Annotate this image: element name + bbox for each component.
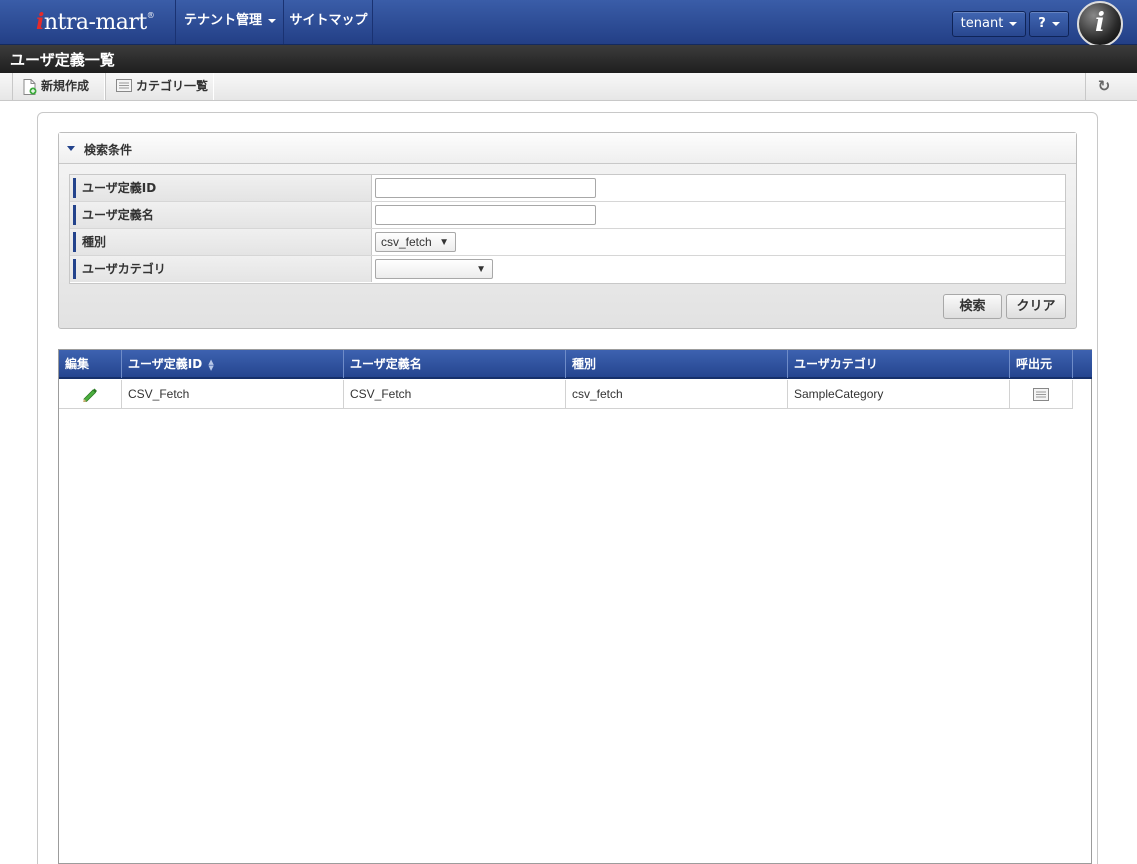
cell-user-def-name: CSV_Fetch [344,380,566,408]
search-form: ユーザ定義ID ユーザ定義名 種別 csv_fetch ▼ ユーザカテゴリ ▼ [69,174,1066,284]
table-row: CSV_Fetch CSV_Fetch csv_fetch SampleCate… [59,380,1073,409]
caret-down-icon [268,18,276,23]
page-title: ユーザ定義一覧 [10,51,115,69]
form-row-user-def-name: ユーザ定義名 [70,202,1065,229]
top-header: intra-mart® テナント管理 サイトマップ tenant ? i [0,0,1137,47]
info-icon[interactable]: i [1077,1,1123,47]
field-label: 種別 [70,229,372,255]
clear-button[interactable]: クリア [1006,294,1066,319]
tenant-menu-button[interactable]: tenant [952,11,1026,37]
col-header-user-def-name[interactable]: ユーザ定義名 [344,350,566,378]
user-category-select[interactable]: ▼ [375,259,493,279]
user-def-name-input[interactable] [375,205,596,225]
col-header-type[interactable]: 種別 [566,350,788,378]
new-create-button[interactable]: 新規作成 [12,73,105,100]
search-panel-header[interactable]: 検索条件 [59,133,1076,164]
form-row-user-def-id: ユーザ定義ID [70,175,1065,202]
grid-header: 編集 ユーザ定義ID ▲ ▼ ユーザ定義名 種別 ユーザカテゴリ 呼出元 [59,350,1092,379]
field-label: ユーザカテゴリ [70,256,372,282]
col-header-edit[interactable]: 編集 [59,350,122,378]
col-header-user-category[interactable]: ユーザカテゴリ [788,350,1010,378]
dropdown-arrow-icon: ▼ [439,237,449,248]
intra-mart-logo[interactable]: intra-mart® [0,0,176,44]
refresh-icon[interactable]: ↻ [1085,73,1122,100]
caret-down-icon [1051,21,1060,26]
cell-user-category: SampleCategory [788,380,1010,408]
search-button[interactable]: 検索 [943,294,1002,319]
nav-sitemap[interactable]: サイトマップ [285,0,373,44]
col-header-caller[interactable]: 呼出元 [1010,350,1073,378]
new-document-icon [23,79,37,95]
help-menu-button[interactable]: ? [1029,11,1069,37]
type-select[interactable]: csv_fetch ▼ [375,232,456,252]
field-label: ユーザ定義ID [70,175,372,201]
search-panel: 検索条件 ユーザ定義ID ユーザ定義名 種別 csv_fetch ▼ ユーザカテゴ… [58,132,1077,329]
search-panel-title: 検索条件 [84,143,133,157]
caret-down-icon [1009,21,1018,26]
category-list-button[interactable]: カテゴリ一覧 [105,73,214,100]
sort-icon: ▲ ▼ [208,357,214,372]
title-bar: ユーザ定義一覧 [0,45,1137,73]
list-icon [116,79,132,92]
pencil-icon[interactable] [82,387,98,402]
results-grid: 編集 ユーザ定義ID ▲ ▼ ユーザ定義名 種別 ユーザカテゴリ 呼出元 CSV_… [58,349,1092,864]
dropdown-arrow-icon: ▼ [476,264,486,275]
edit-cell [59,380,122,408]
form-row-user-category: ユーザカテゴリ ▼ [70,256,1065,283]
cell-type: csv_fetch [566,380,788,408]
field-label: ユーザ定義名 [70,202,372,228]
caller-cell [1010,380,1073,408]
cell-user-def-id: CSV_Fetch [122,380,344,408]
user-def-id-input[interactable] [375,178,596,198]
list-icon[interactable] [1033,388,1049,401]
col-header-user-def-id[interactable]: ユーザ定義ID ▲ ▼ [122,350,344,378]
nav-tenant-admin[interactable]: テナント管理 [177,0,284,44]
collapse-triangle-icon [67,146,75,151]
form-row-type: 種別 csv_fetch ▼ [70,229,1065,256]
toolbar: 新規作成 カテゴリ一覧 ↻ [0,73,1137,101]
